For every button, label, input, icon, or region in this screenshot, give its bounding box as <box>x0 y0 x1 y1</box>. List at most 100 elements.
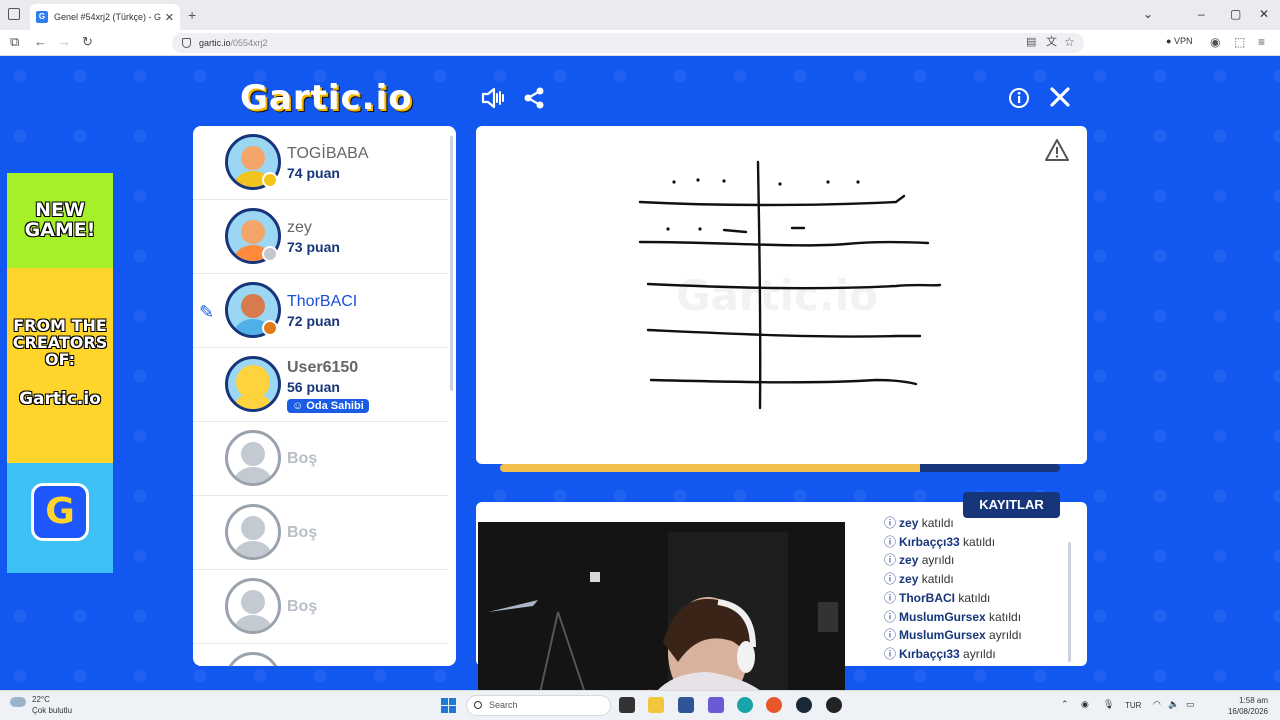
avatar <box>225 430 281 486</box>
wifi-icon[interactable]: ◠ <box>1153 699 1161 710</box>
windows-taskbar: 22°C Çok bulutlu Search ⌃ ◉ 🎙 TUR ◠ 🔈 ▭ … <box>0 690 1280 720</box>
status-dot <box>262 172 278 188</box>
info-icon: ⓘ <box>884 553 897 568</box>
log-user: Kırbaççı33 <box>899 646 960 661</box>
reload-icon[interactable]: ↻ <box>82 35 93 49</box>
tray-app-icon[interactable]: ◉ <box>1081 699 1089 710</box>
vpn-button[interactable]: ● VPN <box>1166 36 1192 46</box>
player-row: Boş <box>193 422 448 496</box>
pencil-icon: ✎ <box>199 302 215 322</box>
sidebar-icon[interactable]: ⧉ <box>10 35 19 49</box>
player-row[interactable]: User6150 56 puan ☺ Oda Sahibi <box>193 348 448 422</box>
share-icon[interactable] <box>522 86 546 115</box>
taskbar-search[interactable]: Search <box>466 695 611 716</box>
app-icon[interactable] <box>826 697 842 713</box>
cloud-icon <box>10 697 26 707</box>
teams-icon[interactable] <box>708 697 724 713</box>
log-user: zey <box>899 553 919 568</box>
close-window-icon[interactable]: ✕ <box>1259 7 1269 21</box>
ad-banner[interactable]: NEW GAME! FROM THE CREATORS OF: Gartic.i… <box>7 173 113 573</box>
info-icon: ⓘ <box>884 609 897 624</box>
gartic-logo[interactable]: Gartic.io <box>240 78 413 118</box>
log-user: MuslumGursex <box>899 609 986 624</box>
player-name: User6150 <box>287 359 359 376</box>
search-icon <box>474 701 482 709</box>
microphone-icon[interactable]: 🎙 <box>1103 699 1114 710</box>
room-owner-badge: ☺ Oda Sahibi <box>287 399 369 413</box>
player-row[interactable]: TOGİBABA 74 puan <box>193 126 448 200</box>
weather-temp: 22°C <box>32 695 50 704</box>
tray-chevron-icon[interactable]: ⌃ <box>1061 699 1069 710</box>
store-icon[interactable] <box>678 697 694 713</box>
logs-scrollbar[interactable] <box>1068 542 1071 662</box>
forward-icon[interactable]: → <box>58 35 71 49</box>
report-warning-icon[interactable] <box>1044 138 1070 162</box>
translate-icon[interactable]: 文 <box>1046 35 1057 49</box>
round-timer-fill <box>500 464 920 472</box>
new-tab-icon[interactable]: + <box>188 7 196 23</box>
player-row: Boş <box>193 570 448 644</box>
task-view-icon[interactable] <box>619 697 635 713</box>
menu-icon[interactable]: ≡ <box>1258 35 1265 49</box>
browser-tab[interactable]: G Genel #54xrj2 (Türkçe) - Gartic.i ✕ <box>30 4 180 30</box>
log-entry: ⓘ zey katıldı <box>884 514 954 531</box>
close-tab-icon[interactable]: ✕ <box>165 11 174 24</box>
log-entry: ⓘ zey katıldı <box>884 570 954 587</box>
log-user: Kırbaççı33 <box>899 534 960 549</box>
close-icon[interactable] <box>1049 86 1071 113</box>
tab-list-icon[interactable] <box>8 8 20 20</box>
room-owner-label: Oda Sahibi <box>306 400 364 412</box>
player-row[interactable]: ✎ ThorBACI 72 puan <box>193 274 448 348</box>
round-timer-bar <box>500 464 1060 472</box>
star-icon[interactable]: ☆ <box>1064 35 1075 49</box>
taskbar-clock[interactable]: 1:58 am 16/08/2026 <box>1208 695 1268 717</box>
log-entry: ⓘ ThorBACI katıldı <box>884 589 990 606</box>
steam-icon[interactable] <box>796 697 812 713</box>
player-row[interactable]: zey 73 puan <box>193 200 448 274</box>
players-scrollbar[interactable] <box>450 136 453 391</box>
firefox-icon[interactable] <box>766 697 782 713</box>
address-bar[interactable]: gartic.io/0554xrj2 <box>172 33 1084 53</box>
extensions-icon[interactable]: ⬚ <box>1234 35 1245 49</box>
ad-logo-text: Gartic.io <box>19 389 101 409</box>
battery-icon[interactable]: ▭ <box>1186 699 1195 710</box>
edge-icon[interactable] <box>737 697 753 713</box>
maximize-icon[interactable]: ▢ <box>1230 7 1241 21</box>
language-indicator[interactable]: TUR <box>1125 701 1141 710</box>
file-explorer-icon[interactable] <box>648 697 664 713</box>
player-row: Boş <box>193 496 448 570</box>
clock-date: 16/08/2026 <box>1227 707 1268 716</box>
volume-tray-icon[interactable]: 🔈 <box>1168 699 1179 710</box>
log-action: katıldı <box>959 534 996 549</box>
ad-creators-text: FROM THE CREATORS OF: <box>12 316 108 369</box>
log-action: ayrıldı <box>959 646 996 661</box>
volume-icon[interactable] <box>480 86 506 115</box>
tab-title: Genel #54xrj2 (Türkçe) - Gartic.i <box>54 12 161 22</box>
player-name: zey <box>287 219 312 236</box>
players-panel: TOGİBABA 74 puan zey 73 puan ✎ ThorBACI … <box>193 126 456 666</box>
back-icon[interactable]: ← <box>34 35 47 49</box>
info-icon: ⓘ <box>884 572 897 587</box>
info-icon[interactable] <box>1008 87 1030 114</box>
drawing-canvas[interactable]: Gartic.io <box>476 126 1087 464</box>
browser-tabbar: G Genel #54xrj2 (Türkçe) - Gartic.i ✕ + … <box>0 0 1280 30</box>
player-name: ThorBACI <box>287 293 358 310</box>
logs-tab[interactable]: KAYITLAR <box>963 492 1060 518</box>
log-entry: ⓘ Kırbaççı33 katıldı <box>884 533 995 550</box>
log-action: katıldı <box>918 516 954 530</box>
avatar <box>225 356 281 412</box>
player-name: Boş <box>287 524 318 541</box>
info-icon: ⓘ <box>884 590 897 605</box>
log-action: ayrıldı <box>985 628 1022 643</box>
profile-icon[interactable]: ◉ <box>1210 35 1220 49</box>
info-icon: ⓘ <box>884 534 897 549</box>
chevron-down-icon[interactable]: ⌄ <box>1143 7 1153 21</box>
log-user: zey <box>899 516 919 530</box>
reader-mode-icon[interactable]: ▤ <box>1026 35 1036 49</box>
minimize-icon[interactable]: – <box>1198 7 1205 21</box>
weather-widget[interactable]: 22°C Çok bulutlu <box>10 694 72 716</box>
player-row <box>193 644 448 666</box>
windows-start-icon[interactable] <box>441 698 456 713</box>
avatar <box>225 578 281 634</box>
log-entry: ⓘ Kırbaççı33 ayrıldı <box>884 645 996 662</box>
